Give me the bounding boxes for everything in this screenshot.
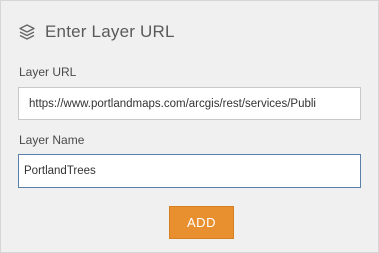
layer-name-input[interactable] [18, 154, 361, 188]
panel-header: Enter Layer URL [18, 18, 175, 46]
panel-title: Enter Layer URL [45, 22, 175, 41]
add-layer-panel: Enter Layer URL Layer URL Layer Name ADD [0, 0, 379, 253]
layers-icon [18, 23, 36, 41]
layer-url-input[interactable] [18, 87, 361, 120]
layer-url-label: Layer URL [19, 65, 77, 79]
layer-name-label: Layer Name [19, 133, 85, 147]
add-button[interactable]: ADD [169, 206, 234, 239]
